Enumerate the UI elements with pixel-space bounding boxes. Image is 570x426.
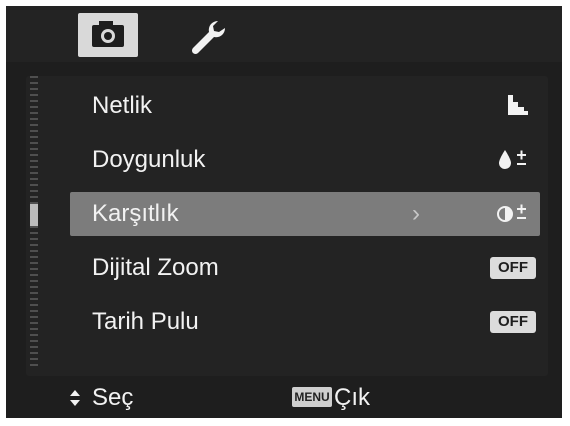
menu-item-label: Doygunluk xyxy=(92,146,206,173)
off-badge: OFF xyxy=(490,257,536,279)
menu-item-sharpness[interactable]: Netlik xyxy=(70,84,540,128)
settings-menu: Netlik Doygunluk Karşıtlık › Dijital Zoo… xyxy=(26,76,548,376)
select-hint-label: Seç xyxy=(92,384,134,411)
menu-button-icon: MENU xyxy=(292,387,332,407)
menu-item-label: Dijital Zoom xyxy=(92,254,219,281)
menu-item-saturation[interactable]: Doygunluk xyxy=(70,138,540,182)
menu-item-contrast[interactable]: Karşıtlık › xyxy=(70,192,540,236)
menu-tab-bar xyxy=(6,6,562,62)
exit-hint-label: Çık xyxy=(334,384,370,411)
off-badge: OFF xyxy=(490,311,536,333)
tab-camera[interactable] xyxy=(78,13,138,57)
up-down-arrows-icon xyxy=(70,390,80,406)
menu-item-date-stamp[interactable]: Tarih Pulu OFF xyxy=(70,300,540,344)
menu-item-digital-zoom[interactable]: Dijital Zoom OFF xyxy=(70,246,540,290)
menu-item-label: Karşıtlık xyxy=(92,200,179,227)
contrast-icon xyxy=(497,204,526,222)
scroll-thumb[interactable] xyxy=(30,204,38,226)
menu-item-label: Netlik xyxy=(92,92,153,119)
camera-icon xyxy=(92,21,124,47)
wrench-icon xyxy=(191,20,226,55)
chevron-right-icon: › xyxy=(412,200,420,227)
tab-setup[interactable] xyxy=(188,18,228,58)
status-bar: Seç MENU Çık xyxy=(6,376,562,418)
sharpness-icon xyxy=(508,95,528,115)
saturation-icon xyxy=(499,150,526,169)
camera-menu-screen: Netlik Doygunluk Karşıtlık › Dijital Zoo… xyxy=(6,6,562,418)
menu-item-label: Tarih Pulu xyxy=(92,308,199,335)
